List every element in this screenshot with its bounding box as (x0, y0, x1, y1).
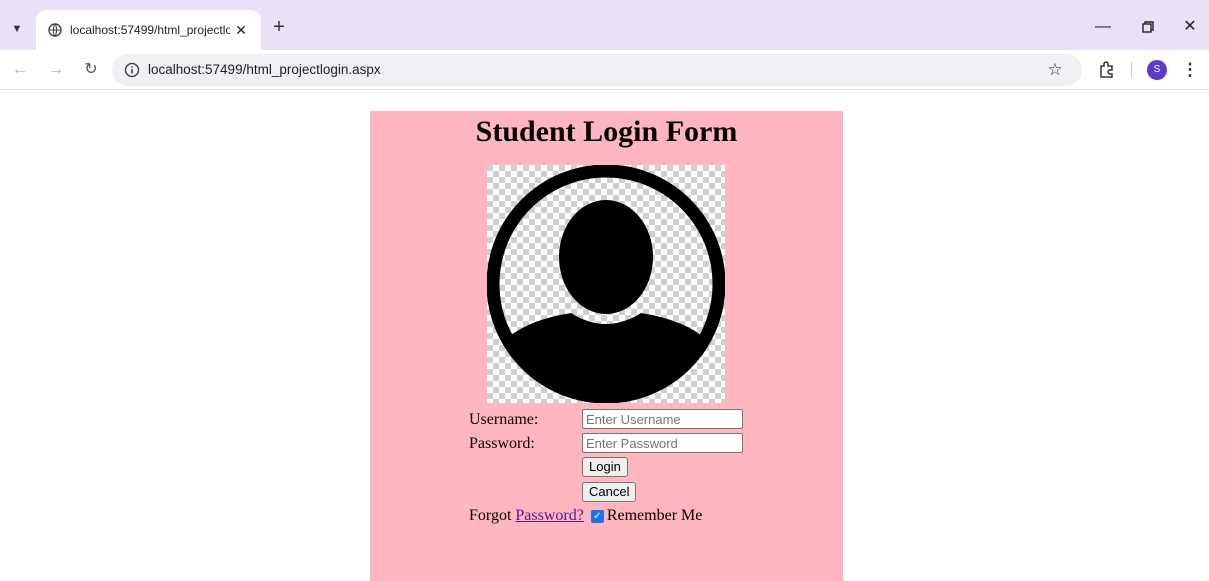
forward-icon[interactable]: → (44, 58, 68, 82)
restore-icon[interactable] (1136, 15, 1160, 39)
forgot-password-link[interactable]: Password? (515, 507, 583, 525)
page-title: Student Login Form (475, 115, 738, 148)
browser-toolbar: ← → ↻ localhost:57499/html_projectlogin.… (0, 50, 1209, 90)
login-form-panel: Student Login Form Username: Password: L… (370, 111, 843, 581)
tab-title: localhost:57499/html_projectlo (70, 23, 230, 37)
remember-me-label: Remember Me (606, 507, 703, 524)
password-label: Password: (469, 435, 535, 452)
tab-search-chevron-icon[interactable]: ▼ (6, 18, 28, 40)
browser-tab[interactable]: localhost:57499/html_projectlo ✕ (36, 10, 261, 50)
close-window-icon[interactable]: ✕ (1178, 15, 1202, 39)
browser-tab-bar: ▼ localhost:57499/html_projectlo ✕ + — ✕ (0, 0, 1209, 50)
reload-icon[interactable]: ↻ (79, 58, 103, 82)
toolbar-divider (1131, 62, 1132, 78)
cancel-button[interactable]: Cancel (582, 482, 637, 502)
site-info-icon[interactable] (124, 62, 140, 78)
username-label: Username: (469, 411, 539, 428)
login-button[interactable]: Login (582, 457, 628, 477)
remember-me-checkbox[interactable]: ✓ (590, 509, 604, 523)
forgot-row: Forgot Password? ✓ Remember Me (469, 507, 702, 525)
address-bar[interactable]: localhost:57499/html_projectlogin.aspx ☆ (112, 54, 1082, 86)
bookmark-star-icon[interactable]: ☆ (1044, 59, 1066, 81)
password-input[interactable] (582, 433, 743, 453)
new-tab-icon[interactable]: + (268, 16, 290, 38)
back-icon[interactable]: ← (8, 58, 32, 82)
url-text[interactable]: localhost:57499/html_projectlogin.aspx (148, 62, 381, 77)
more-menu-icon[interactable]: ⋮ (1180, 58, 1200, 82)
user-silhouette-icon (487, 165, 725, 403)
forgot-text: Forgot (469, 507, 512, 524)
close-tab-icon[interactable]: ✕ (233, 22, 249, 38)
minimize-icon[interactable]: — (1091, 15, 1115, 39)
username-input[interactable] (582, 409, 743, 429)
profile-avatar[interactable]: S (1147, 60, 1167, 80)
globe-icon (48, 23, 62, 37)
extensions-icon[interactable] (1096, 58, 1118, 80)
